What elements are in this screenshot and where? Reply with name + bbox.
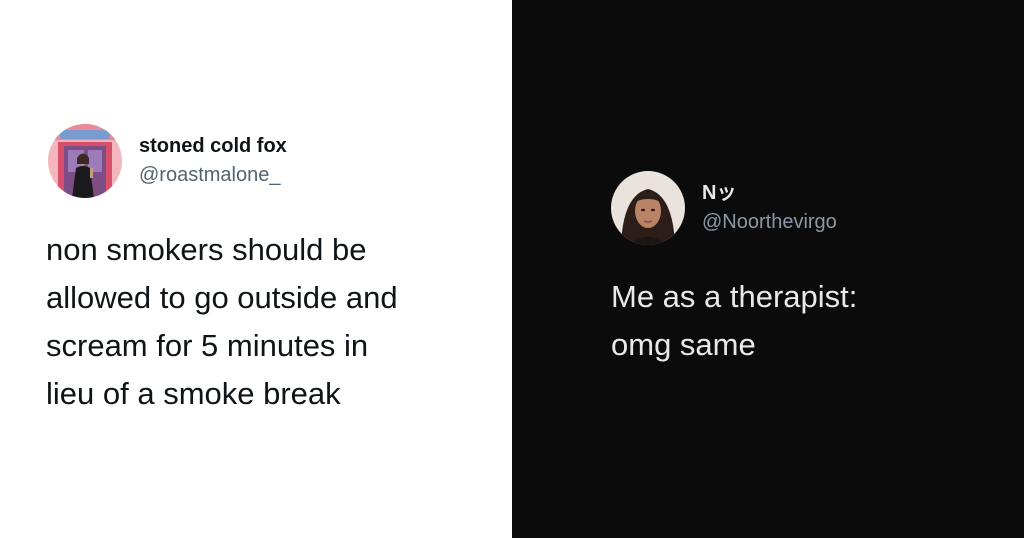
tweet-body: non smokers should be allowed to go outs…: [46, 226, 398, 418]
profile-photo-icon: [48, 124, 122, 198]
tweet-text-line: lieu of a smoke break: [46, 376, 341, 411]
tweet-text-line: Me as a therapist:: [611, 279, 858, 314]
tweet-body: Me as a therapist: omg same: [611, 273, 857, 369]
author-display-name[interactable]: Nッ: [702, 181, 837, 205]
tweet-author-header[interactable]: Nッ @Noorthevirgo: [611, 171, 837, 245]
author-display-name[interactable]: stoned cold fox: [139, 134, 287, 158]
tweet-text-line: non smokers should be: [46, 232, 367, 267]
tweet-text-line: scream for 5 minutes in: [46, 328, 369, 363]
author-handle[interactable]: @roastmalone_: [139, 162, 287, 188]
right-tweet-card: Nッ @Noorthevirgo Me as a therapist: omg …: [512, 0, 1024, 538]
avatar[interactable]: [611, 171, 685, 245]
tweet-author-header[interactable]: stoned cold fox @roastmalone_: [48, 124, 287, 198]
tweet-text-line: omg same: [611, 327, 756, 362]
profile-photo-icon: [611, 171, 685, 245]
tweet-text-line: allowed to go outside and: [46, 280, 398, 315]
left-tweet-card: stoned cold fox @roastmalone_ non smoker…: [0, 0, 512, 538]
author-handle[interactable]: @Noorthevirgo: [702, 209, 837, 235]
avatar[interactable]: [48, 124, 122, 198]
